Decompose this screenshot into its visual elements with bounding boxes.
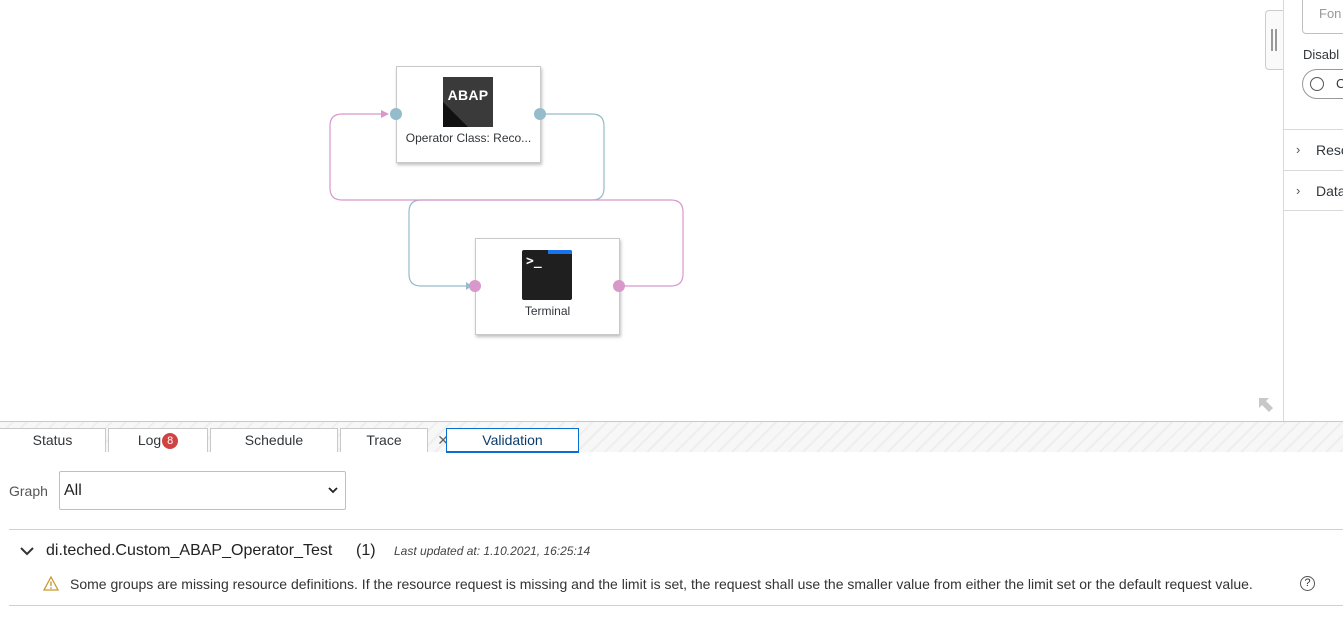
input-port[interactable] — [390, 108, 402, 120]
chevron-down-icon — [328, 487, 338, 494]
validation-message: Some groups are missing resource definit… — [70, 576, 1253, 592]
tab-label: Schedule — [244, 432, 304, 448]
tab-label: Status — [32, 432, 73, 448]
validation-group-count: (1) — [356, 542, 376, 559]
tab-log[interactable]: Log 8 — [108, 428, 208, 452]
tab-label: Validation — [482, 432, 543, 448]
disable-label: Disabl — [1303, 47, 1340, 62]
last-updated-timestamp: Last updated at: 1.10.2021, 16:25:14 — [394, 544, 591, 558]
radio-label: C — [1336, 76, 1343, 91]
arrow-abap-input — [381, 110, 389, 118]
graph-canvas[interactable]: ABAP Operator Class: Reco... >_ Terminal — [0, 0, 1283, 421]
section-data[interactable]: › Data — [1284, 170, 1343, 211]
radio-button[interactable] — [1310, 77, 1324, 91]
properties-panel: Fon Disabl C › Reso › Data — [1283, 0, 1343, 421]
validation-group-title[interactable]: di.teched.Custom_ABAP_Operator_Test — [46, 542, 332, 560]
graph-filter-select[interactable]: All — [59, 471, 346, 510]
section-label: Data — [1316, 183, 1343, 199]
operator-node-abap[interactable]: ABAP Operator Class: Reco... — [396, 66, 541, 163]
tab-validation[interactable]: Validation — [446, 428, 579, 453]
help-icon[interactable]: ? — [1300, 576, 1315, 591]
operator-node-label: Operator Class: Reco... — [405, 131, 532, 145]
terminal-icon: >_ — [522, 250, 572, 300]
graph-connections — [329, 110, 684, 290]
disable-radio-group[interactable]: C — [1302, 69, 1343, 99]
font-input-placeholder: Fon — [1319, 6, 1342, 21]
chevron-down-icon[interactable] — [19, 543, 35, 559]
tab-label: Trace — [366, 432, 402, 448]
abap-icon: ABAP — [443, 77, 493, 127]
warning-icon — [43, 576, 59, 591]
chevron-right-icon: › — [1296, 183, 1301, 198]
terminal-icon-text: >_ — [526, 254, 542, 269]
operator-node-terminal[interactable]: >_ Terminal — [475, 238, 620, 335]
output-port[interactable] — [613, 280, 625, 292]
fit-to-screen-icon[interactable] — [1257, 396, 1275, 414]
operator-node-label: Terminal — [524, 304, 571, 318]
chevron-right-icon: › — [1296, 142, 1301, 157]
abap-icon-text: ABAP — [447, 87, 489, 103]
graph-filter-value: All — [64, 482, 82, 499]
panel-resize-handle[interactable] — [1265, 10, 1283, 70]
tab-label: Log — [137, 432, 162, 448]
font-input[interactable]: Fon — [1302, 0, 1343, 34]
tab-status[interactable]: Status — [0, 428, 106, 452]
bottom-tab-bar: Status Log 8 Schedule Trace ✕ Validation — [0, 421, 1343, 453]
tab-trace[interactable]: Trace ✕ — [340, 428, 449, 452]
input-port[interactable] — [469, 280, 481, 292]
section-resources[interactable]: › Reso — [1284, 129, 1343, 170]
log-count-badge: 8 — [162, 433, 179, 449]
divider — [9, 605, 1343, 606]
section-label: Reso — [1316, 142, 1343, 158]
divider — [9, 529, 1343, 530]
tab-schedule[interactable]: Schedule — [210, 428, 338, 452]
output-port[interactable] — [534, 108, 546, 120]
graph-filter-label: Graph — [9, 483, 48, 499]
